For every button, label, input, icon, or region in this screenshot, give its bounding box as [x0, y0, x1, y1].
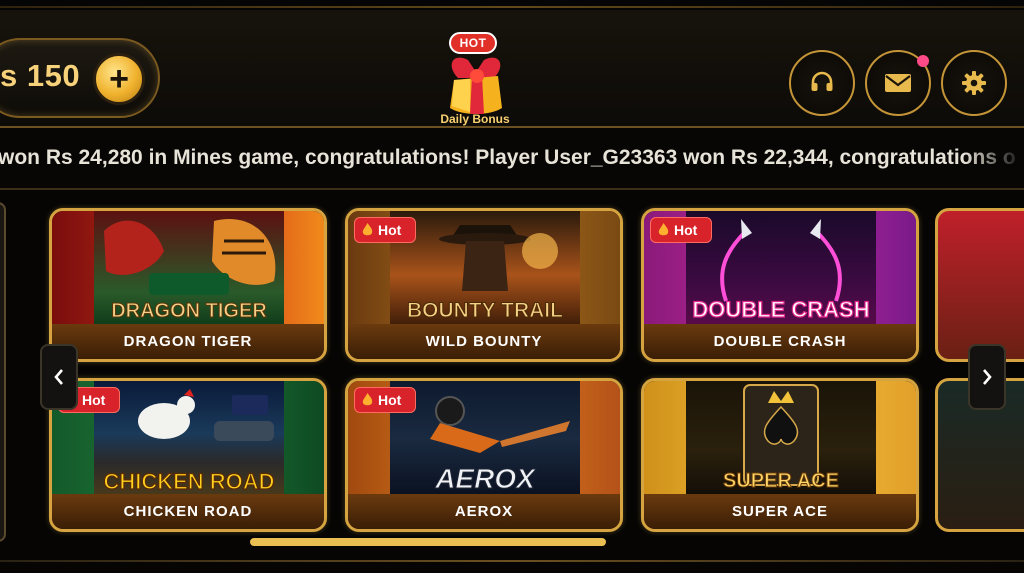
mail-icon	[885, 74, 911, 92]
add-funds-button[interactable]: +	[93, 53, 145, 105]
hot-badge-label: Hot	[82, 392, 106, 408]
balance-amount: s 150	[0, 58, 81, 93]
game-card-dragon-tiger[interactable]: DRAGON TIGER DRAGON TIGER	[49, 208, 327, 362]
offscreen-card-right-top[interactable]	[935, 208, 1024, 362]
gear-icon	[962, 71, 986, 95]
dragon-tiger-poster: DRAGON TIGER	[94, 211, 284, 327]
scroll-left-button[interactable]	[40, 344, 78, 410]
gift-icon	[450, 57, 502, 114]
game-title: WILD BOUNTY	[425, 333, 543, 350]
flame-icon	[362, 393, 373, 406]
game-card-wild-bounty[interactable]: BOUNTY TRAIL Hot WILD BOUNTY	[345, 208, 623, 362]
card-title-bar: CHICKEN ROAD	[52, 494, 324, 529]
carousel-scrollbar[interactable]	[250, 538, 606, 546]
game-card-aerox[interactable]: AEROX Hot AEROX	[345, 378, 623, 532]
poster-title: AEROX	[435, 463, 536, 494]
offscreen-card-left[interactable]	[0, 202, 6, 542]
game-card-super-ace[interactable]: SUPER ACE SUPER ACE	[641, 378, 919, 532]
scroll-right-button[interactable]	[968, 344, 1006, 410]
bottom-divider	[0, 560, 1024, 562]
hot-tag: HOT	[449, 32, 497, 54]
hot-badge: Hot	[650, 217, 712, 243]
card-title-bar: DOUBLE CRASH	[644, 324, 916, 359]
mail-button[interactable]	[865, 50, 931, 116]
hot-badge: Hot	[354, 217, 416, 243]
hot-badge-label: Hot	[378, 222, 402, 238]
flame-icon	[658, 223, 669, 236]
game-title: DOUBLE CRASH	[713, 333, 847, 350]
chevron-left-icon	[54, 369, 63, 385]
game-title: AEROX	[454, 503, 514, 520]
daily-bonus-button[interactable]: HOT Daily Bonus	[432, 32, 518, 128]
flame-icon	[362, 223, 373, 236]
balance-pill[interactable]: s 150 +	[0, 38, 160, 118]
daily-bonus-label: Daily Bonus	[440, 112, 510, 126]
card-title-bar: SUPER ACE	[644, 494, 916, 529]
card-title-bar: DRAGON TIGER	[52, 324, 324, 359]
winners-marquee: won Rs 24,280 in Mines game, congratulat…	[0, 128, 1024, 190]
aerox-poster: AEROX	[390, 381, 580, 497]
game-card-double-crash[interactable]: DOUBLE CRASH Hot DOUBLE CRASH	[641, 208, 919, 362]
chicken-road-poster: CHICKEN ROAD	[94, 381, 284, 497]
poster-title: DOUBLE CRASH	[692, 297, 870, 322]
settings-button[interactable]	[941, 50, 1007, 116]
poster-title: BOUNTY TRAIL	[407, 299, 564, 323]
hot-badge-label: Hot	[378, 392, 402, 408]
double-crash-poster: DOUBLE CRASH	[686, 211, 876, 327]
support-button[interactable]	[789, 50, 855, 116]
poster-title: SUPER ACE	[723, 470, 840, 493]
hot-badge-label: Hot	[674, 222, 698, 238]
marquee-text: won Rs 24,280 in Mines game, congratulat…	[0, 146, 1016, 169]
top-divider	[0, 6, 1024, 8]
game-title: DRAGON TIGER	[123, 333, 253, 350]
marquee-fade	[964, 128, 1024, 188]
poster-title: CHICKEN ROAD	[103, 469, 275, 494]
top-header: s 150 + HOT Daily Bonus	[0, 10, 1024, 128]
game-grid: DRAGON TIGER DRAGON TIGER BOUNTY TRAIL H…	[0, 192, 1024, 573]
card-title-bar: WILD BOUNTY	[348, 324, 620, 359]
notification-dot	[917, 55, 929, 67]
chevron-right-icon	[983, 369, 992, 385]
poster-title: DRAGON TIGER	[111, 300, 268, 323]
card-title-bar: AEROX	[348, 494, 620, 529]
hot-badge: Hot	[354, 387, 416, 413]
bounty-trail-poster: BOUNTY TRAIL	[390, 211, 580, 327]
game-title: CHICKEN ROAD	[123, 503, 253, 520]
game-title: SUPER ACE	[732, 503, 828, 520]
headset-icon	[811, 71, 833, 91]
game-card-chicken-road[interactable]: CHICKEN ROAD Hot CHICKEN ROAD	[49, 378, 327, 532]
super-ace-poster: SUPER ACE	[686, 381, 876, 497]
